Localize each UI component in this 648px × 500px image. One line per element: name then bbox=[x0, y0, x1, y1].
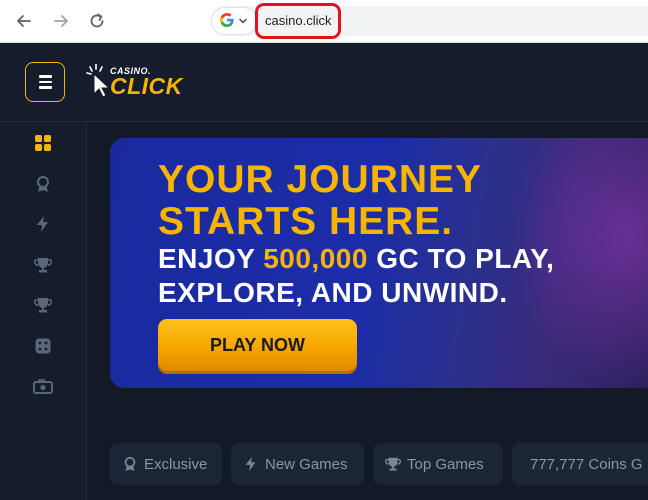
cash-icon bbox=[33, 379, 53, 394]
site-info-button[interactable] bbox=[212, 8, 256, 34]
lightning-icon bbox=[245, 456, 256, 472]
hero-title-line-1: YOUR JOURNEY bbox=[158, 158, 483, 201]
sidebar-item-exclusive[interactable] bbox=[33, 174, 53, 194]
hero-title-line-2: STARTS HERE. bbox=[158, 200, 454, 243]
sidebar-item-top-games[interactable] bbox=[33, 255, 53, 275]
hero-subtitle-suffix: GC TO PLAY, bbox=[367, 243, 555, 274]
logo-click-text: CLICK bbox=[110, 73, 183, 99]
chevron-down-icon bbox=[239, 18, 247, 24]
category-chip-label: New Games bbox=[265, 455, 348, 473]
trophy-icon bbox=[385, 457, 401, 471]
play-now-button[interactable]: PLAY NOW bbox=[158, 319, 357, 371]
hero-banner[interactable]: YOUR JOURNEY STARTS HERE. ENJOY 500,000 … bbox=[110, 138, 648, 388]
browser-toolbar: casino.click bbox=[0, 0, 648, 43]
google-g-icon bbox=[220, 12, 234, 30]
sidebar bbox=[0, 122, 87, 500]
forward-button[interactable] bbox=[49, 9, 73, 33]
hero-subtitle-prefix: ENJOY bbox=[158, 243, 264, 274]
hero-subtitle-line-2: EXPLORE, AND UNWIND. bbox=[158, 277, 508, 308]
trophy-icon bbox=[34, 298, 52, 313]
url-highlight-annotation bbox=[255, 3, 341, 39]
category-chip-label: 777,777 Coins G bbox=[530, 455, 643, 473]
site-logo[interactable]: CASINO. CLICK bbox=[86, 64, 196, 104]
menu-button[interactable] bbox=[25, 62, 65, 102]
sidebar-item-jackpot[interactable] bbox=[33, 295, 53, 315]
category-chip-new-games[interactable]: New Games bbox=[231, 443, 364, 485]
category-chip-exclusive[interactable]: Exclusive bbox=[110, 443, 222, 485]
sidebar-item-table-games[interactable] bbox=[33, 336, 53, 356]
back-arrow-icon bbox=[17, 15, 31, 27]
ribbon-icon bbox=[37, 176, 49, 192]
reload-button[interactable] bbox=[85, 9, 109, 33]
trophy-icon bbox=[34, 258, 52, 273]
back-button[interactable] bbox=[12, 9, 36, 33]
lightning-icon bbox=[37, 216, 48, 232]
category-chip-label: Top Games bbox=[407, 455, 484, 473]
ribbon-icon bbox=[124, 456, 136, 472]
hamburger-icon-bar bbox=[38, 75, 52, 78]
forward-arrow-icon bbox=[54, 15, 68, 27]
hamburger-icon-bar bbox=[38, 80, 52, 84]
cursor-logo-icon bbox=[86, 64, 111, 98]
site-header: CASINO. CLICK bbox=[0, 43, 648, 122]
hero-highlight-amount: 500,000 bbox=[263, 243, 368, 274]
category-chip-label: Exclusive bbox=[144, 455, 208, 473]
hero-subtitle-line-1: ENJOY 500,000 GC TO PLAY, bbox=[158, 243, 554, 275]
dice-icon bbox=[35, 338, 51, 354]
sidebar-item-new-games[interactable] bbox=[33, 214, 53, 234]
category-chip-coins[interactable]: 777,777 Coins G bbox=[512, 443, 648, 485]
reload-icon bbox=[90, 13, 104, 28]
grid-icon bbox=[35, 135, 51, 151]
sidebar-item-cash[interactable] bbox=[33, 377, 53, 397]
category-chip-top-games[interactable]: Top Games bbox=[373, 443, 503, 485]
sidebar-item-all-games[interactable] bbox=[33, 133, 53, 153]
hamburger-icon-bar bbox=[38, 86, 52, 89]
